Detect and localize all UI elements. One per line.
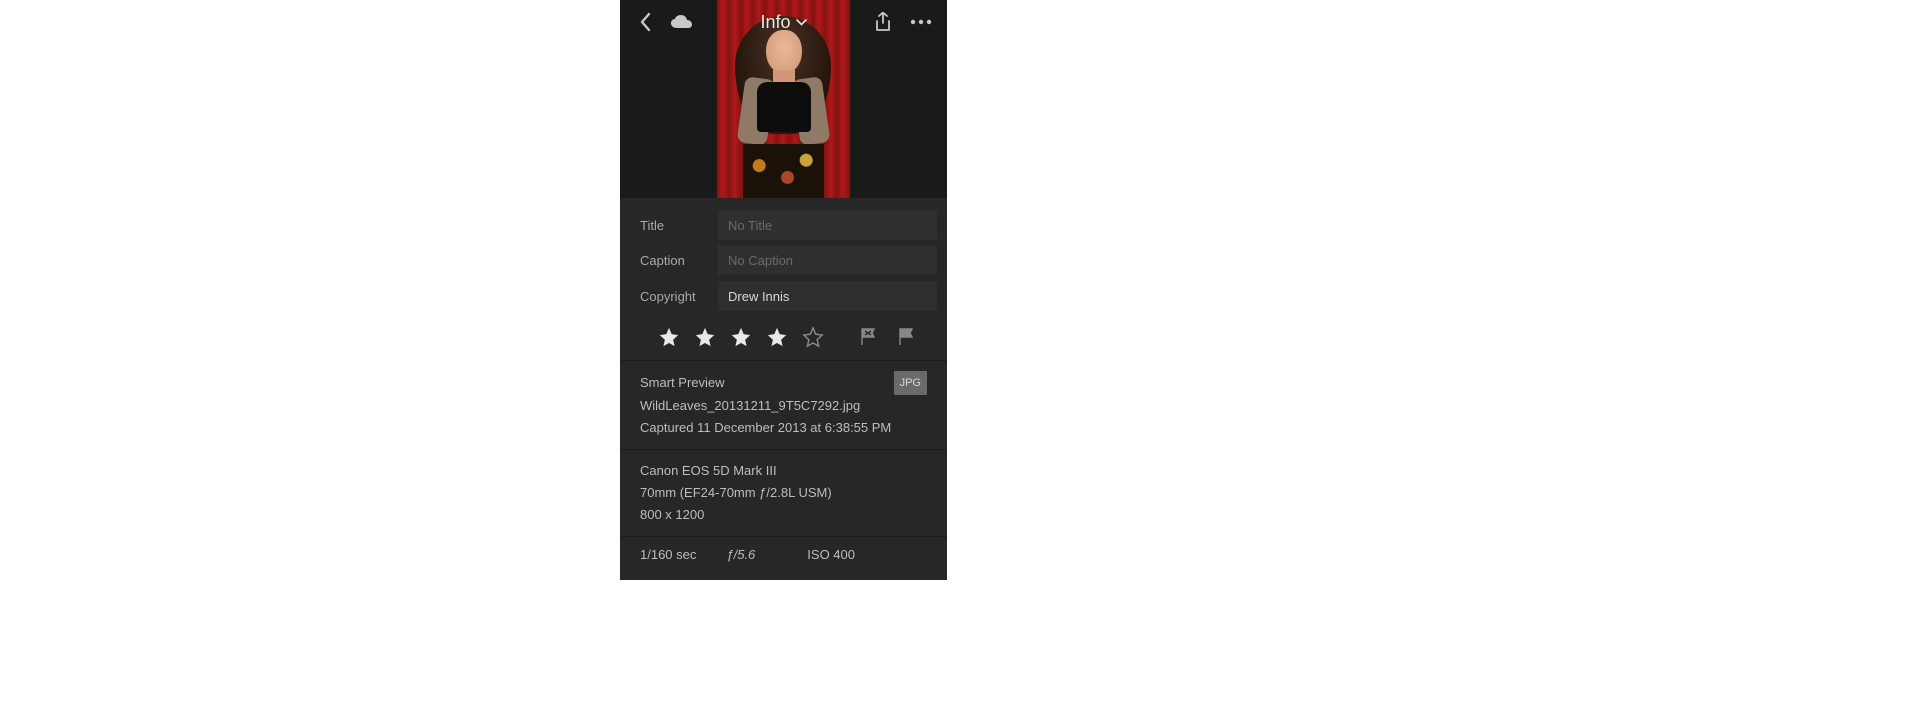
camera-model: Canon EOS 5D Mark III bbox=[640, 460, 927, 482]
rating-row bbox=[620, 314, 947, 360]
photo-placeholder-skirt bbox=[743, 144, 824, 198]
title-field-row: Title bbox=[620, 198, 947, 242]
filename: WildLeaves_20131211_9T5C7292.jpg bbox=[640, 395, 927, 417]
view-mode-dropdown[interactable]: Info bbox=[760, 12, 806, 33]
more-horizontal-icon bbox=[910, 19, 932, 25]
cloud-icon bbox=[670, 14, 694, 30]
title-label: Title bbox=[620, 218, 718, 233]
star-5[interactable] bbox=[802, 326, 824, 348]
star-filled-icon bbox=[658, 326, 680, 348]
preview-type: Smart Preview bbox=[640, 372, 725, 394]
copyright-field-row: Copyright bbox=[620, 278, 947, 314]
star-1[interactable] bbox=[658, 326, 680, 348]
copyright-input[interactable] bbox=[718, 281, 937, 311]
exposure-info-section: 1/160 sec ƒ/5.6 ISO 400 bbox=[620, 537, 947, 572]
capture-time: Captured 11 December 2013 at 6:38:55 PM bbox=[640, 417, 927, 439]
photo-preview-area: Info bbox=[620, 0, 947, 198]
chevron-down-icon bbox=[796, 19, 807, 26]
caption-input[interactable] bbox=[718, 245, 937, 275]
reject-flag-button[interactable] bbox=[860, 328, 878, 346]
back-button[interactable] bbox=[632, 8, 660, 36]
iso: ISO 400 bbox=[807, 547, 855, 562]
star-4[interactable] bbox=[766, 326, 788, 348]
lens-info: 70mm (EF24-70mm ƒ/2.8L USM) bbox=[640, 482, 927, 504]
star-outline-icon bbox=[802, 326, 824, 348]
title-input[interactable] bbox=[718, 210, 937, 240]
format-badge: JPG bbox=[894, 371, 927, 395]
flag-pick-icon bbox=[898, 328, 916, 346]
app-container: Info Title Caption Copyright bbox=[620, 0, 947, 580]
caption-label: Caption bbox=[620, 253, 718, 268]
aperture: ƒ/5.6 bbox=[726, 547, 755, 562]
more-button[interactable] bbox=[907, 8, 935, 36]
star-filled-icon bbox=[730, 326, 752, 348]
flag-group bbox=[860, 328, 916, 346]
file-info-section: Smart Preview JPG WildLeaves_20131211_9T… bbox=[620, 361, 947, 449]
star-2[interactable] bbox=[694, 326, 716, 348]
top-bar: Info bbox=[620, 0, 947, 44]
flag-reject-icon bbox=[860, 328, 878, 346]
camera-info-section: Canon EOS 5D Mark III 70mm (EF24-70mm ƒ/… bbox=[620, 450, 947, 536]
pick-flag-button[interactable] bbox=[898, 328, 916, 346]
cloud-sync-button[interactable] bbox=[668, 8, 696, 36]
dimensions: 800 x 1200 bbox=[640, 504, 927, 526]
metadata-panel: Title Caption Copyright bbox=[620, 198, 947, 580]
view-mode-label: Info bbox=[760, 12, 790, 33]
shutter-speed: 1/160 sec bbox=[640, 547, 696, 562]
share-button[interactable] bbox=[869, 8, 897, 36]
chevron-left-icon bbox=[639, 12, 653, 32]
photo-placeholder-top bbox=[757, 82, 811, 132]
copyright-label: Copyright bbox=[620, 289, 718, 304]
star-3[interactable] bbox=[730, 326, 752, 348]
star-filled-icon bbox=[766, 326, 788, 348]
caption-field-row: Caption bbox=[620, 242, 947, 278]
share-icon bbox=[874, 12, 892, 32]
star-filled-icon bbox=[694, 326, 716, 348]
